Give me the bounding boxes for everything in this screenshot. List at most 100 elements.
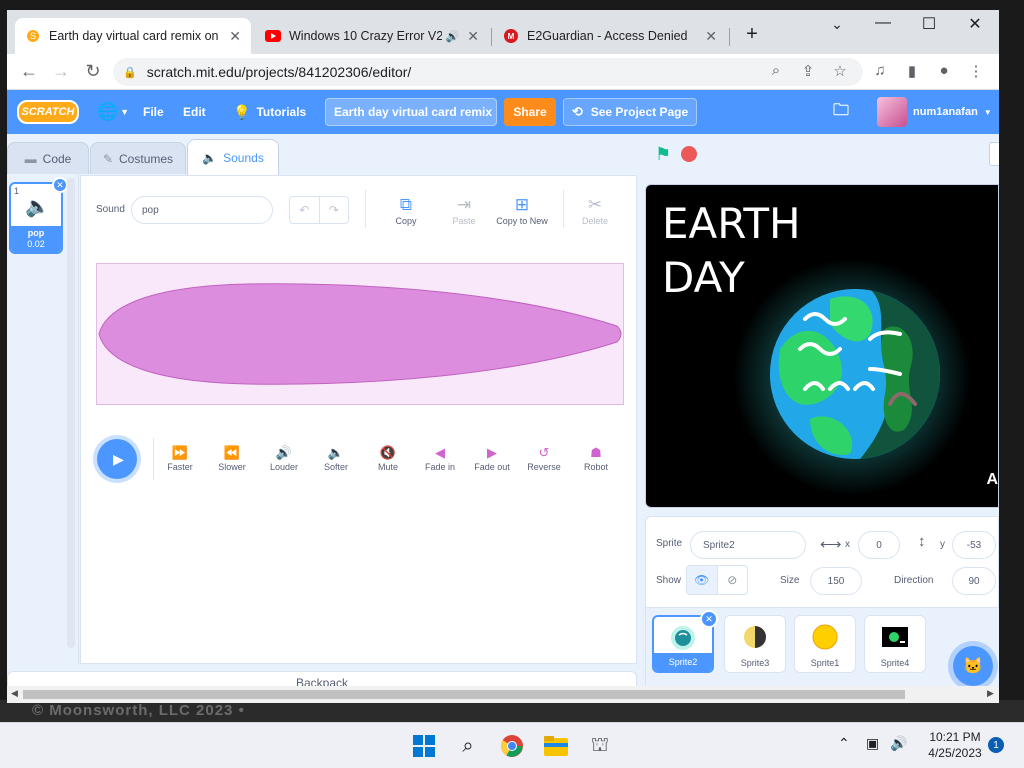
sprite-name-input[interactable]: Sprite2 — [690, 531, 806, 559]
effect-label: Slower — [218, 462, 246, 472]
waveform-display[interactable] — [96, 263, 624, 405]
see-project-label: See Project Page — [590, 105, 689, 119]
avatar[interactable] — [877, 97, 907, 127]
share-button[interactable]: Share — [504, 98, 556, 126]
copy-button[interactable]: ⧉ Copy — [376, 194, 436, 226]
system-clock[interactable]: 10:21 PM 4/25/2023 — [920, 729, 990, 761]
account-menu[interactable]: num1anafan ▼ — [913, 90, 992, 134]
earth-sprite — [770, 289, 940, 459]
see-project-page-button[interactable]: ⟲ See Project Page — [563, 98, 697, 126]
my-stuff-folder-icon[interactable]: 🗀 — [833, 90, 849, 134]
maximize-icon[interactable]: ☐ — [909, 14, 949, 34]
tab-close-icon[interactable]: ✕ — [229, 28, 241, 45]
new-tab-icon[interactable]: + — [732, 23, 772, 46]
effect-faster-button[interactable]: ⏩ Faster — [154, 444, 206, 472]
effect-softer-button[interactable]: 🔈 Softer — [310, 444, 362, 472]
notification-badge[interactable]: 1 — [988, 737, 1004, 753]
zoom-icon[interactable]: ⌕ — [765, 62, 787, 79]
tab-sounds[interactable]: 🔈 Sounds — [187, 139, 279, 175]
effect-slower-button[interactable]: ⏪ Slower — [206, 444, 258, 472]
menu-kebab-icon[interactable]: ⋮ — [965, 62, 987, 80]
scroll-right-icon[interactable]: ▶ — [987, 688, 994, 699]
app-icon[interactable]: ⛫ — [584, 730, 616, 762]
sprite-tile-sprite1[interactable]: Sprite1 — [794, 615, 856, 673]
x-input[interactable]: 0 — [858, 531, 900, 559]
stage-size-toggle-icon[interactable] — [989, 142, 999, 166]
sprite-tile-sprite3[interactable]: Sprite3 — [724, 615, 786, 673]
horizontal-scrollbar[interactable]: ◀ ▶ — [7, 686, 999, 703]
browser-tab-youtube[interactable]: Windows 10 Crazy Error V2 🔊 ✕ — [255, 18, 489, 54]
browser-tab-e2guardian[interactable]: M E2Guardian - Access Denied ✕ — [493, 18, 727, 54]
undo-icon[interactable]: ↶ — [290, 197, 319, 223]
show-hidden-icons-icon[interactable]: ⌃ — [838, 735, 850, 752]
address-bar[interactable]: 🔒 scratch.mit.edu/projects/841202306/edi… — [113, 58, 863, 86]
eye-icon[interactable]: 👁 — [687, 566, 717, 594]
size-input[interactable]: 150 — [810, 567, 862, 595]
paste-button[interactable]: ⇥ Paste — [434, 194, 494, 226]
effect-mute-button[interactable]: 🔇 Mute — [362, 444, 414, 472]
paste-label: Paste — [452, 216, 476, 226]
tab-separator — [491, 28, 492, 46]
back-icon[interactable]: ← — [17, 61, 41, 82]
redo-icon[interactable]: ↷ — [318, 197, 349, 223]
tab-search-icon[interactable]: ⌄ — [817, 16, 857, 33]
network-icon[interactable]: ▣ — [866, 735, 879, 752]
delete-sprite-icon[interactable]: ✕ — [700, 610, 718, 628]
effect-fade-out-button[interactable]: ▶ Fade out — [466, 444, 518, 472]
waveform-shape — [98, 283, 622, 385]
scrollbar-thumb[interactable] — [23, 690, 905, 699]
windows-start-icon[interactable] — [408, 730, 440, 762]
y-input[interactable]: -53 — [952, 531, 996, 559]
show-toggle: 👁 ⊘ — [686, 565, 748, 595]
file-menu[interactable]: File — [143, 90, 164, 134]
eye-hidden-icon[interactable]: ⊘ — [716, 566, 748, 594]
sprite-tile-sprite4[interactable]: Sprite4 — [864, 615, 926, 673]
direction-input[interactable]: 90 — [952, 567, 996, 595]
bookmark-star-icon[interactable]: ☆ — [829, 62, 851, 80]
sound-tile[interactable]: 1 🔈 pop 0.02 — [9, 182, 63, 254]
copy-to-new-button[interactable]: ⊞ Copy to New — [492, 194, 552, 226]
green-flag-icon[interactable]: ⚑ — [655, 144, 671, 165]
tab-close-icon[interactable]: ✕ — [467, 28, 479, 45]
side-panel-icon[interactable]: ▮ — [901, 62, 923, 80]
volume-icon[interactable]: 🔊 — [890, 735, 907, 752]
stop-icon[interactable] — [681, 146, 697, 162]
tutorials-button[interactable]: 💡 Tutorials — [233, 90, 306, 134]
choose-sprite-button[interactable]: 🐱 — [953, 646, 993, 686]
file-explorer-icon[interactable] — [540, 730, 572, 762]
audio-playing-icon[interactable]: 🔊 — [446, 30, 460, 43]
scroll-left-icon[interactable]: ◀ — [11, 688, 18, 699]
effect-robot-button[interactable]: ☗ Robot — [570, 444, 622, 472]
browser-tab-scratch[interactable]: S Earth day virtual card remix on S ✕ — [15, 18, 251, 54]
tab-title: Windows 10 Crazy Error V2 — [289, 29, 442, 43]
chrome-icon[interactable] — [496, 730, 528, 762]
tab-close-icon[interactable]: ✕ — [705, 28, 717, 45]
minimize-icon[interactable]: — — [863, 14, 903, 32]
scratch-favicon-icon: S — [25, 28, 41, 44]
reverse-icon: ↺ — [538, 445, 550, 460]
play-sound-button[interactable]: ▶ — [97, 439, 137, 479]
effect-louder-button[interactable]: 🔊 Louder — [258, 444, 310, 472]
close-window-icon[interactable]: ✕ — [955, 14, 995, 34]
edit-menu[interactable]: Edit — [183, 90, 206, 134]
reload-icon[interactable]: ↻ — [81, 61, 105, 82]
language-menu[interactable]: 🌐 ▼ — [97, 90, 129, 134]
scratch-logo[interactable]: SCRATCH — [17, 100, 79, 124]
profile-icon[interactable]: ● — [933, 62, 955, 79]
browser-window: S Earth day virtual card remix on S ✕ Wi… — [7, 10, 999, 703]
forward-icon[interactable]: → — [49, 61, 73, 82]
stage-canvas[interactable]: EARTH DAY A — [645, 184, 999, 508]
media-control-icon[interactable]: ♫ — [869, 62, 891, 79]
tutorials-label: Tutorials — [256, 105, 307, 119]
effect-fade-in-button[interactable]: ◀ Fade in — [414, 444, 466, 472]
sound-name-input[interactable]: pop — [131, 196, 273, 224]
share-page-icon[interactable]: ⇪ — [797, 62, 819, 80]
tab-code[interactable]: ▬ Code — [7, 142, 89, 174]
tab-costumes[interactable]: ✎ Costumes — [90, 142, 186, 174]
search-icon[interactable]: ⌕ — [452, 730, 484, 762]
delete-sound-icon[interactable]: ✕ — [52, 177, 68, 193]
project-title-input[interactable]: Earth day virtual card remix — [325, 98, 497, 126]
effect-reverse-button[interactable]: ↺ Reverse — [518, 444, 570, 472]
delete-button[interactable]: ✂ Delete — [565, 194, 625, 226]
sound-list-scrollbar[interactable] — [67, 174, 77, 664]
